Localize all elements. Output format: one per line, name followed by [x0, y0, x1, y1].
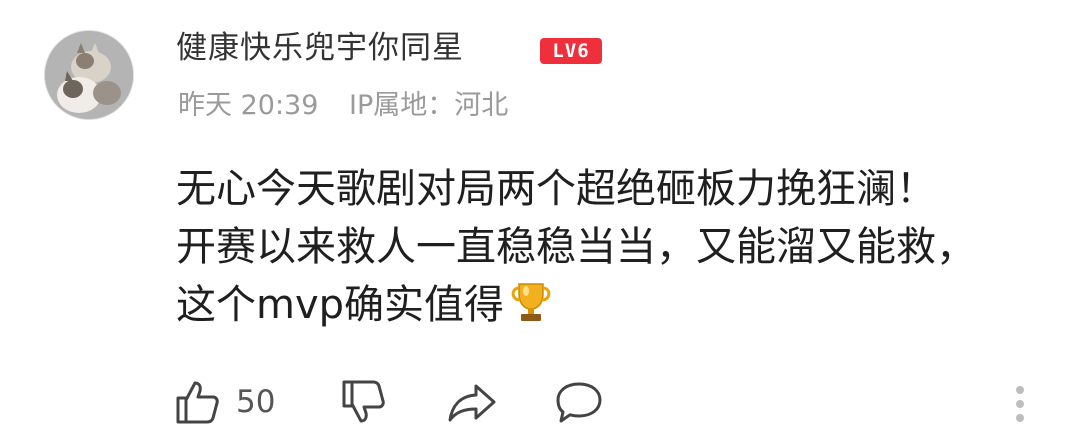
comment-line-3-text: 这个mvp确实值得: [176, 282, 505, 328]
cat-avatar-image: [45, 31, 133, 119]
trophy-icon: [511, 283, 551, 321]
vertical-dots-icon: [1016, 386, 1024, 422]
username[interactable]: 健康快乐兜宇你同星: [176, 28, 464, 68]
ip-location: IP属地：河北: [349, 90, 509, 121]
more-options-button[interactable]: [1008, 380, 1032, 428]
comment-actions: 50: [0, 370, 1080, 440]
comment-line-1: 无心今天歌剧对局两个超绝砸板力挽狂澜！: [176, 166, 936, 212]
comment-text: 无心今天歌剧对局两个超绝砸板力挽狂澜！ 开赛以来救人一直稳稳当当，又能溜又能救，…: [176, 160, 1056, 334]
reply-button[interactable]: [554, 380, 604, 426]
comment-line-3: 这个mvp确实值得: [176, 276, 1056, 334]
comment-time: 昨天 20:39: [178, 90, 319, 121]
comment-meta: 昨天 20:39 IP属地：河北: [178, 88, 530, 124]
like-count: 50: [236, 384, 276, 420]
level-badge: LV6: [540, 38, 602, 64]
user-avatar[interactable]: [44, 30, 134, 120]
like-button[interactable]: 50: [174, 378, 275, 426]
thumbs-down-icon: [342, 380, 385, 423]
comment-line-2: 开赛以来救人一直稳稳当当，又能溜又能救，: [176, 224, 976, 270]
thumbs-up-icon: [176, 381, 219, 424]
share-arrow-icon: [448, 384, 496, 422]
speech-bubble-icon: [556, 382, 602, 423]
dislike-button[interactable]: [340, 378, 388, 426]
share-button[interactable]: [446, 378, 498, 426]
